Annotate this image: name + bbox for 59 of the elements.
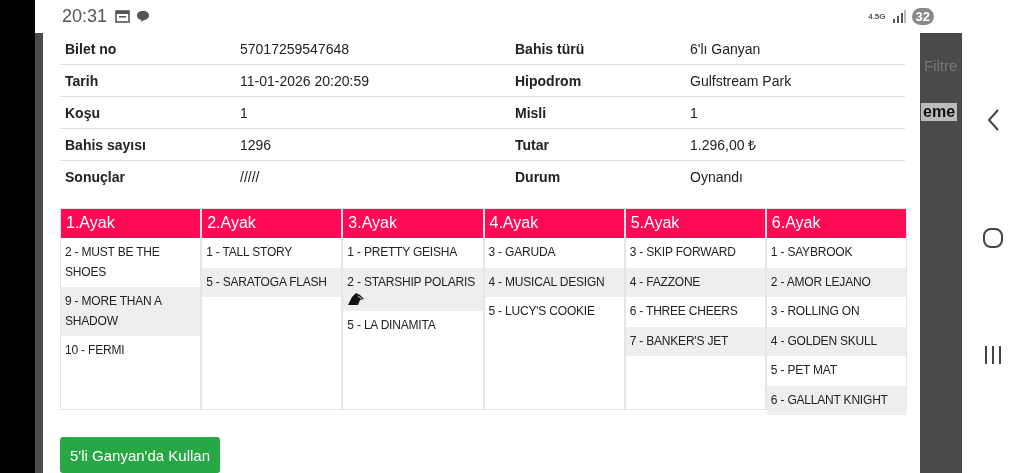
leg-header: 3.Ayak: [343, 209, 483, 238]
field-label: Bilet no: [60, 33, 235, 65]
horse-name: 5 - PET MAT: [770, 363, 837, 377]
back-icon[interactable]: [986, 107, 1000, 132]
field-label: Misli: [510, 96, 685, 129]
horse-name: 4 - GOLDEN SKULL: [770, 333, 878, 348]
recent-apps-icon[interactable]: [983, 343, 1003, 366]
horse-name: 10 - FERMI: [65, 343, 125, 357]
field-label: Sonuçlar: [60, 160, 235, 192]
field-label: Tutar: [510, 128, 685, 161]
field-value: 11-01-2026 20:20:59: [235, 64, 510, 97]
field-value: 1.296,00 ₺: [685, 128, 905, 161]
field-value: 57017259547648: [235, 33, 510, 65]
leg-header: 1.Ayak: [61, 209, 201, 238]
field-value: /////: [235, 160, 510, 192]
field-value: Oynandı: [685, 160, 905, 192]
horse-name: 4 - MUSICAL DESIGN: [488, 274, 605, 289]
field-value: Gulfstream Park: [685, 64, 905, 97]
field-label: Bahis türü: [510, 33, 685, 65]
chat-icon: [136, 10, 151, 23]
use-ticket-button[interactable]: 5'li Ganyan'da Kullan: [60, 437, 220, 473]
battery-level: 32: [911, 8, 934, 25]
field-value: 1: [685, 96, 905, 129]
horse-head-icon: [347, 292, 366, 306]
horse-name: 1 - TALL STORY: [206, 245, 293, 259]
horse-name: 7 - BANKER'S JET: [629, 333, 729, 348]
network-label: 4.5G: [868, 12, 886, 21]
field-label: Bahis sayısı: [60, 128, 235, 161]
field-value: 1: [235, 96, 510, 129]
leg-header: 6.Ayak: [766, 209, 907, 238]
horse-name: 5 - SARATOGA FLASH: [206, 274, 327, 289]
horse-name: 3 - ROLLING ON: [770, 304, 860, 318]
signal-icon: [891, 10, 906, 23]
horse-name: 3 - GARUDA: [488, 245, 556, 259]
horse-name: 6 - THREE CHEERS: [629, 304, 738, 318]
field-label: Hipodrom: [510, 64, 685, 97]
horse-name: 2 - STARSHIP POLARIS: [347, 274, 475, 289]
home-icon[interactable]: [982, 226, 1004, 249]
horse-name: 2 - MUST BE THE SHOES: [65, 245, 160, 279]
horse-name: 4 - FAZZONE: [629, 274, 701, 289]
horse-name: 5 - LUCY'S COOKIE: [488, 304, 595, 318]
horse-name: 2 - AMOR LEJANO: [770, 274, 871, 289]
field-label: Durum: [510, 160, 685, 192]
horse-name: 6 - GALLANT KNIGHT: [770, 392, 888, 407]
field-label: Koşu: [60, 96, 235, 129]
horse-name: 9 - MORE THAN A SHADOW: [65, 294, 162, 328]
leg-header: 4.Ayak: [484, 209, 624, 238]
horse-name: 1 - SAYBROOK: [770, 245, 853, 259]
status-time: 20:31: [62, 6, 108, 27]
leg-header: 5.Ayak: [625, 209, 765, 238]
calendar-icon: [115, 10, 131, 23]
field-value: 1296: [235, 128, 510, 161]
leg-header: 2.Ayak: [202, 209, 342, 238]
background-text: eme: [921, 103, 958, 121]
horse-name: 5 - LA DINAMITA: [347, 318, 436, 332]
horse-name: 3 - SKIP FORWARD: [629, 245, 736, 259]
field-value: 6'lı Ganyan: [685, 33, 905, 65]
field-label: Tarih: [60, 64, 235, 97]
horse-name: 1 - PRETTY GEISHA: [347, 245, 458, 259]
